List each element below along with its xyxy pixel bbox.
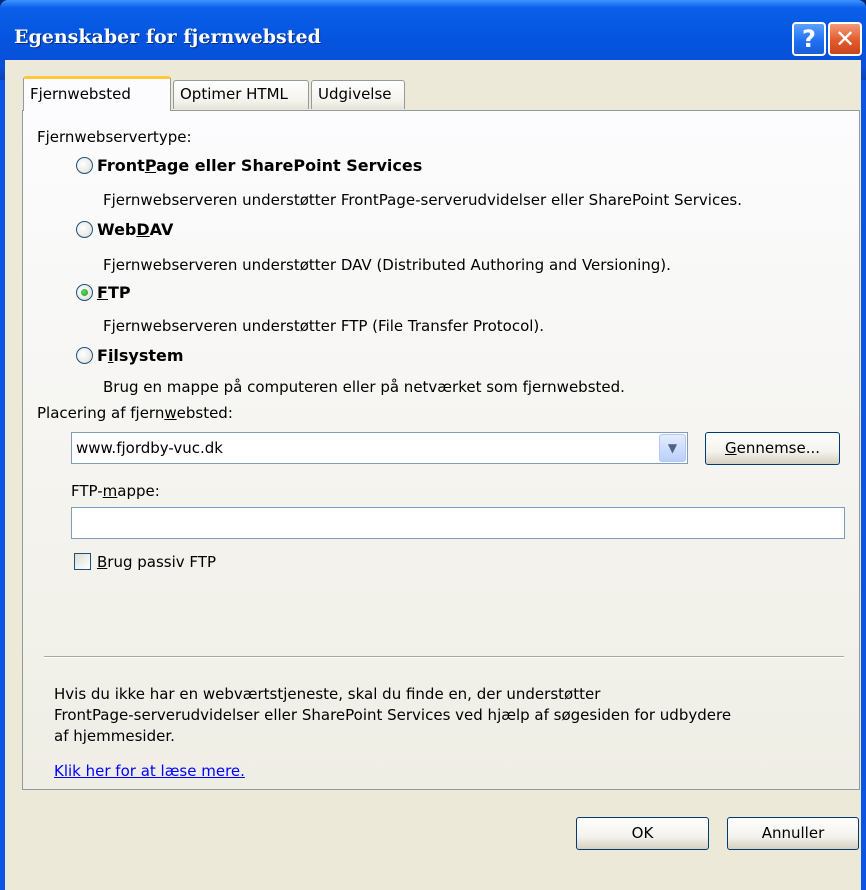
- webdav-description: Fjernwebserveren understøtter DAV (Distr…: [103, 256, 671, 274]
- passive-ftp-checkbox[interactable]: [74, 553, 91, 570]
- tab-udgivelse[interactable]: Udgivelse: [311, 80, 405, 109]
- radio-filsystem[interactable]: [76, 347, 93, 364]
- read-more-link[interactable]: Klik her for at læse mere.: [54, 762, 245, 780]
- info-text: Hvis du ikke har en webværtstjeneste, sk…: [54, 685, 732, 745]
- radio-ftp-selected-dot: [81, 289, 88, 296]
- radio-filsystem-label[interactable]: Filsystem: [97, 346, 184, 365]
- browse-button[interactable]: Gennemse...: [705, 432, 840, 465]
- radio-frontpage[interactable]: [76, 157, 93, 174]
- separator: [44, 656, 844, 658]
- chevron-down-icon[interactable]: ▼: [659, 434, 686, 462]
- dialog-title: Egenskaber for fjernwebsted: [14, 26, 321, 48]
- ftp-folder-label: FTP-mappe:: [71, 482, 160, 500]
- ok-button[interactable]: OK: [576, 817, 709, 850]
- server-type-label: Fjernwebservertype:: [37, 128, 192, 146]
- close-button[interactable]: ✕: [828, 22, 862, 56]
- radio-ftp[interactable]: [76, 284, 93, 301]
- frontpage-description: Fjernwebserveren understøtter FrontPage-…: [103, 191, 743, 209]
- location-value: www.fjordby-vuc.dk: [76, 439, 223, 457]
- location-combobox[interactable]: www.fjordby-vuc.dk ▼: [71, 432, 688, 464]
- location-label: Placering af fjernwebsted:: [37, 404, 233, 422]
- help-button[interactable]: ?: [792, 22, 826, 56]
- passive-ftp-label[interactable]: Brug passiv FTP: [97, 553, 216, 571]
- filsystem-description: Brug en mappe på computeren eller på net…: [103, 378, 625, 396]
- tab-fjernwebsted[interactable]: Fjernwebsted: [23, 76, 171, 111]
- ftp-description: Fjernwebserveren understøtter FTP (File …: [103, 317, 545, 335]
- radio-webdav-label[interactable]: WebDAV: [97, 220, 173, 239]
- tab-optimer-html[interactable]: Optimer HTML: [173, 80, 309, 109]
- ftp-folder-input[interactable]: [71, 507, 845, 539]
- cancel-button[interactable]: Annuller: [727, 817, 859, 850]
- radio-frontpage-label[interactable]: FrontPage eller SharePoint Services: [97, 156, 422, 175]
- radio-ftp-label[interactable]: FTP: [97, 283, 131, 302]
- radio-webdav[interactable]: [76, 221, 93, 238]
